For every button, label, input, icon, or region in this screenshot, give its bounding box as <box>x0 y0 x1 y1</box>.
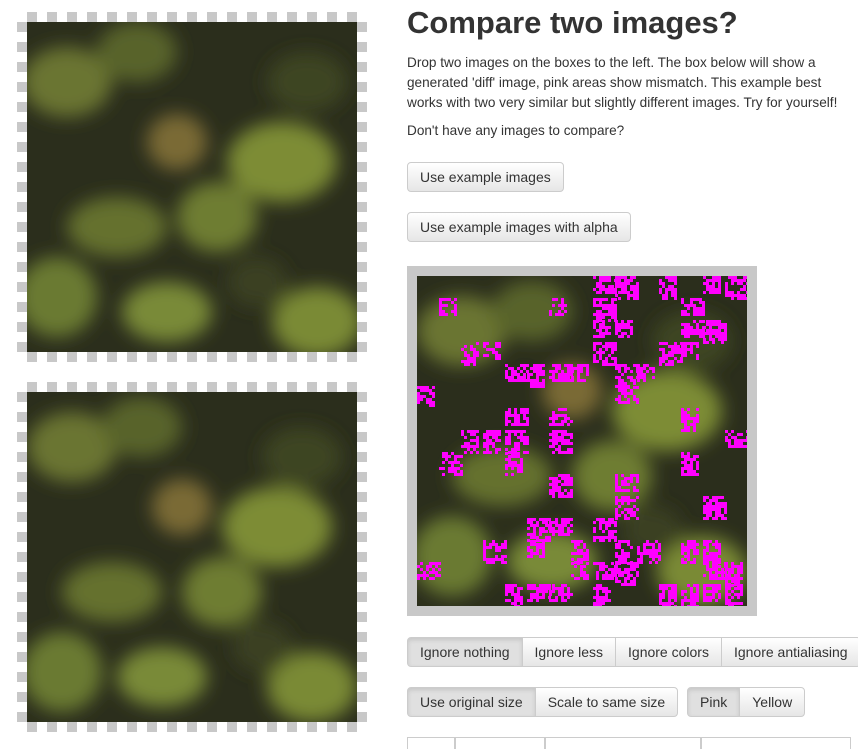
description-text: Drop two images on the boxes to the left… <box>407 55 838 110</box>
result-tabs-partial <box>407 737 858 749</box>
no-images-prompt: Don't have any images to compare? <box>407 123 625 138</box>
size-scale-to-same-size-button[interactable]: Scale to same size <box>534 687 679 717</box>
ignore-ignore-colors-button[interactable]: Ignore colors <box>615 637 722 667</box>
page-title: Compare two images? <box>407 5 738 40</box>
image-drop-zone-a[interactable] <box>17 12 367 362</box>
ignore-mode-group: Ignore nothing Ignore less Ignore colors Ig… <box>407 637 858 667</box>
ignore-ignore-antialiasing-button[interactable]: Ignore antialiasing <box>720 637 858 667</box>
ignore-ignore-less-button[interactable]: Ignore less <box>521 637 617 667</box>
color-yellow-button[interactable]: Yellow <box>739 687 806 717</box>
size-mode-group: Use original size Scale to same size <box>407 687 679 717</box>
use-example-images-alpha-button[interactable]: Use example images with alpha <box>407 212 631 242</box>
image-drop-zone-b[interactable] <box>17 382 367 732</box>
use-example-images-button[interactable]: Use example images <box>407 162 564 192</box>
color-pink-button[interactable]: Pink <box>687 687 741 717</box>
image-b-preview <box>27 392 357 722</box>
ignore-ignore-nothing-button[interactable]: Ignore nothing <box>407 637 523 667</box>
highlight-color-group: Pink Yellow <box>687 687 806 717</box>
image-a-preview <box>27 22 357 352</box>
size-use-original-size-button[interactable]: Use original size <box>407 687 536 717</box>
diff-result-box <box>407 266 757 616</box>
diff-image <box>417 276 747 606</box>
